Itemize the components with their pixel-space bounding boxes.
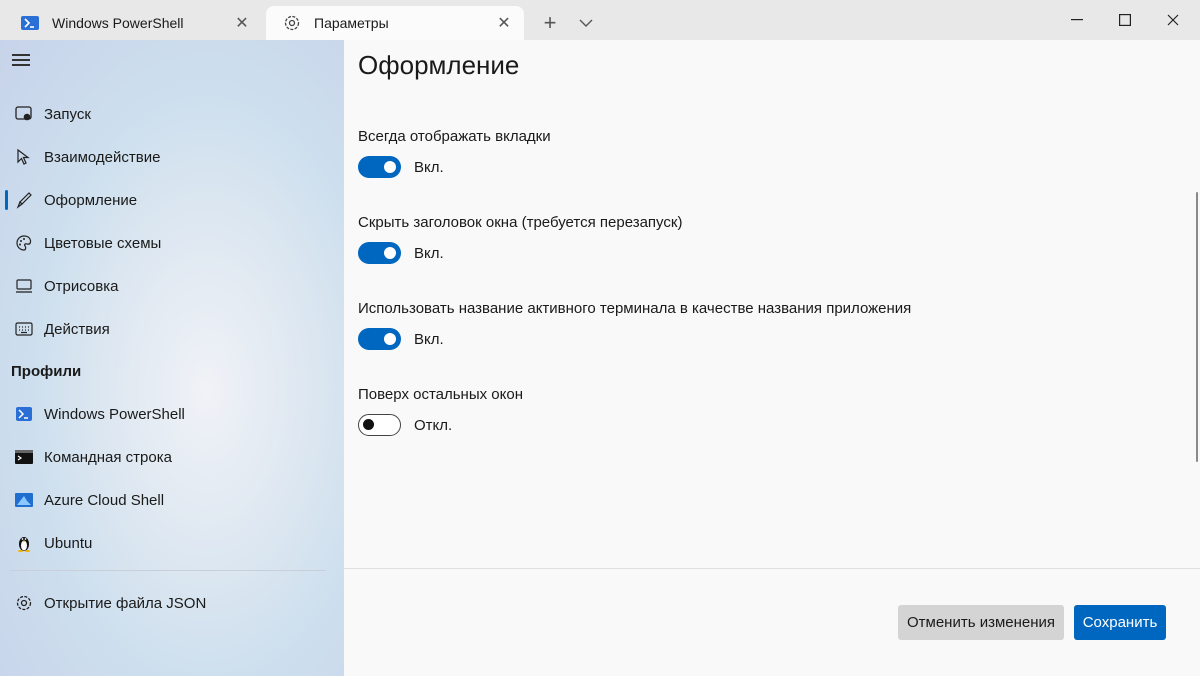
tab-windows-powershell[interactable]: Windows PowerShell ✕ — [4, 6, 262, 40]
toggle-switch[interactable] — [358, 328, 401, 350]
sidebar-item-label: Действия — [44, 320, 110, 338]
save-button[interactable]: Сохранить — [1074, 605, 1166, 640]
sidebar-item-appearance[interactable]: Оформление — [4, 180, 340, 220]
chevron-down-icon[interactable] — [571, 8, 601, 38]
toggle-always-show-tabs[interactable]: Вкл. — [358, 156, 444, 178]
gear-icon — [282, 13, 302, 33]
sidebar: Запуск Взаимодействие Оформление Цветовы… — [0, 40, 344, 676]
cmd-icon — [14, 447, 34, 467]
sidebar-item-label: Открытие файла JSON — [44, 594, 207, 612]
sidebar-item-label: Windows PowerShell — [44, 405, 185, 423]
sidebar-item-label: Оформление — [44, 191, 138, 209]
tab-label: Параметры — [314, 15, 389, 31]
keyboard-icon — [14, 319, 34, 339]
sidebar-item-label: Цветовые схемы — [44, 234, 162, 252]
new-tab-button[interactable]: + — [535, 8, 565, 38]
sidebar-item-actions[interactable]: Действия — [4, 309, 340, 349]
monitor-icon — [14, 276, 34, 296]
interaction-icon — [14, 147, 34, 167]
discard-changes-button[interactable]: Отменить изменения — [898, 605, 1064, 640]
sidebar-item-rendering[interactable]: Отрисовка — [4, 266, 340, 306]
sidebar-item-profile-cmd[interactable]: Командная строка — [4, 437, 340, 477]
sidebar-item-label: Отрисовка — [44, 277, 119, 295]
toggle-switch[interactable] — [358, 242, 401, 264]
sidebar-item-color-schemes[interactable]: Цветовые схемы — [4, 223, 340, 263]
sidebar-item-startup[interactable]: Запуск — [4, 94, 340, 134]
powershell-icon — [14, 404, 34, 424]
toggle-state-label: Вкл. — [414, 330, 444, 348]
settings-content: Оформление Всегда отображать вкладки Вкл… — [344, 40, 1200, 568]
sidebar-item-profile-powershell[interactable]: Windows PowerShell — [4, 394, 340, 434]
sidebar-item-open-json[interactable]: Открытие файла JSON — [4, 583, 340, 623]
toggle-hide-title-bar[interactable]: Вкл. — [358, 242, 444, 264]
palette-icon — [14, 233, 34, 253]
linux-penguin-icon — [14, 533, 34, 553]
tab-label: Windows PowerShell — [52, 15, 184, 31]
page-title: Оформление — [358, 50, 520, 80]
title-bar: Windows PowerShell ✕ Параметры ✕ + — [0, 0, 1200, 40]
brush-icon — [14, 190, 34, 210]
toggle-state-label: Откл. — [414, 416, 453, 434]
profiles-header: Профили — [11, 363, 82, 380]
azure-icon — [14, 490, 34, 510]
sidebar-item-label: Командная строка — [44, 448, 172, 466]
toggle-state-label: Вкл. — [414, 244, 444, 262]
sidebar-item-label: Запуск — [44, 105, 91, 123]
powershell-icon — [20, 13, 40, 33]
setting-label: Использовать название активного терминал… — [358, 300, 912, 317]
setting-label: Поверх остальных окон — [358, 386, 523, 403]
setting-label: Скрыть заголовок окна (требуется перезап… — [358, 214, 683, 231]
toggle-always-on-top[interactable]: Откл. — [358, 414, 452, 436]
close-icon[interactable]: ✕ — [230, 11, 254, 35]
sidebar-item-interaction[interactable]: Взаимодействие — [4, 137, 340, 177]
sidebar-item-profile-ubuntu[interactable]: Ubuntu — [4, 523, 340, 563]
startup-icon — [14, 104, 34, 124]
hamburger-menu-icon[interactable] — [12, 54, 32, 70]
sidebar-item-label: Azure Cloud Shell — [44, 491, 165, 509]
setting-label: Всегда отображать вкладки — [358, 128, 551, 145]
minimize-icon[interactable] — [1054, 0, 1100, 40]
toggle-switch[interactable] — [358, 156, 401, 178]
tab-settings[interactable]: Параметры ✕ — [266, 6, 524, 40]
sidebar-item-profile-azure[interactable]: Azure Cloud Shell — [4, 480, 340, 520]
toggle-state-label: Вкл. — [414, 158, 444, 176]
toggle-use-terminal-title[interactable]: Вкл. — [358, 328, 444, 350]
footer-bar: Отменить изменения Сохранить — [344, 568, 1200, 676]
sidebar-divider — [10, 570, 326, 571]
gear-icon — [14, 593, 34, 613]
toggle-switch[interactable] — [358, 414, 401, 436]
scrollbar[interactable] — [1196, 192, 1198, 462]
close-icon[interactable] — [1150, 0, 1196, 40]
close-icon[interactable]: ✕ — [492, 11, 516, 35]
sidebar-item-label: Взаимодействие — [44, 148, 161, 166]
sidebar-item-label: Ubuntu — [44, 534, 93, 552]
maximize-icon[interactable] — [1102, 0, 1148, 40]
